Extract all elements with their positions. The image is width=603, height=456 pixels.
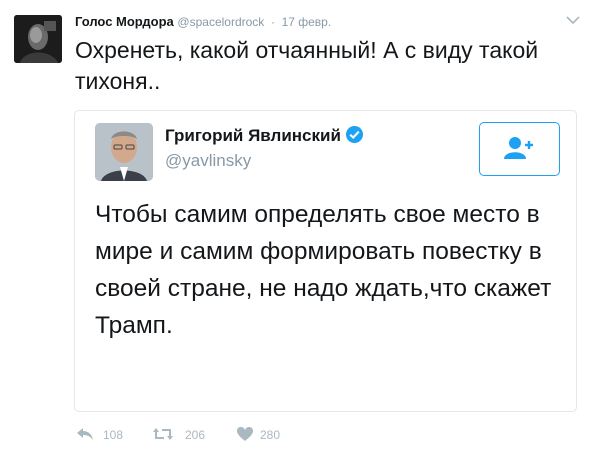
quoted-avatar-image — [95, 123, 153, 181]
tweet-timestamp[interactable]: 17 февр. — [282, 15, 332, 29]
verified-badge-icon — [345, 125, 363, 144]
quoted-author-name-row: Григорий Явлинский — [165, 125, 364, 146]
follow-user-icon — [504, 137, 533, 159]
author-avatar[interactable] — [14, 15, 62, 63]
reply-button[interactable]: 108 — [75, 425, 135, 443]
reply-icon — [77, 428, 93, 440]
like-count: 280 — [260, 428, 281, 442]
retweet-icon — [153, 428, 173, 440]
retweet-count: 206 — [185, 428, 206, 442]
author-handle[interactable]: @spacelordrock — [177, 15, 264, 29]
quoted-author-avatar[interactable] — [95, 123, 153, 181]
like-button[interactable]: 280 — [236, 425, 296, 443]
quoted-author-handle[interactable]: @yavlinsky — [165, 151, 251, 171]
tweet-header: Голос Мордора @spacelordrock · 17 февр. — [75, 14, 331, 29]
separator-dot: · — [270, 15, 275, 29]
reply-count: 108 — [103, 428, 124, 442]
tweet-text: Охренеть, какой отчаянный! А с виду тако… — [75, 37, 539, 94]
quoted-author-name[interactable]: Григорий Явлинский — [165, 126, 341, 145]
author-name[interactable]: Голос Мордора — [75, 14, 174, 29]
heart-icon — [237, 427, 253, 441]
retweet-button[interactable]: 206 — [152, 425, 212, 443]
chevron-down-icon[interactable] — [566, 15, 580, 25]
follow-button[interactable] — [479, 122, 560, 176]
tweet: Голос Мордора @spacelordrock · 17 февр. … — [0, 0, 603, 456]
quoted-tweet-card[interactable]: Григорий Явлинский @yavlinsky Чтобы сами… — [74, 110, 577, 412]
avatar-image — [14, 15, 62, 63]
quoted-tweet-text: Чтобы самим определять свое место в мире… — [95, 201, 552, 339]
